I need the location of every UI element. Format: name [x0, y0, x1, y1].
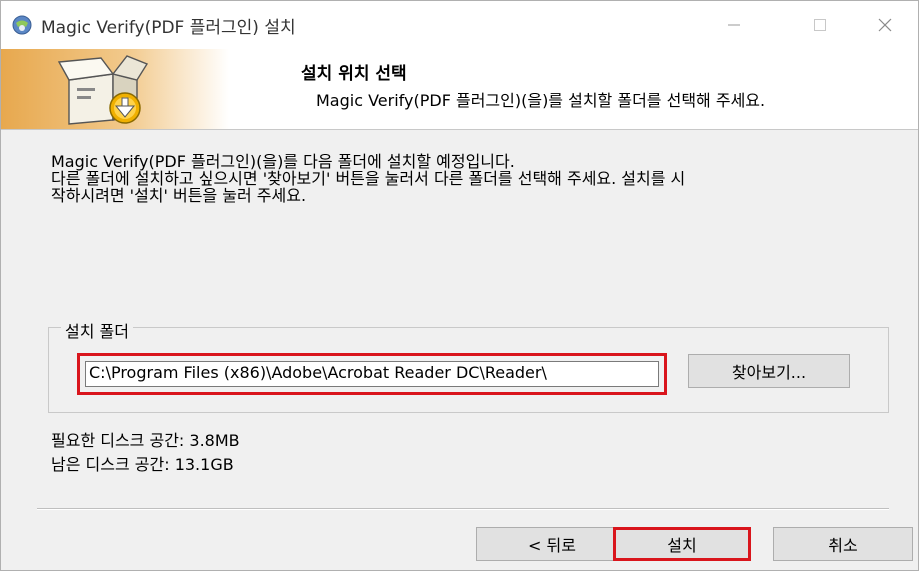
install-button[interactable]: 설치 — [613, 527, 751, 561]
page-subtitle: Magic Verify(PDF 플러그인)(을)를 설치할 폴더를 선택해 주… — [316, 91, 766, 110]
minimize-icon — [728, 24, 740, 26]
divider — [37, 508, 889, 510]
install-path-input[interactable]: C:\Program Files (x86)\Adobe\Acrobat Rea… — [85, 361, 659, 387]
disk-space-info: 필요한 디스크 공간: 3.8MB 남은 디스크 공간: 13.1GB — [51, 429, 240, 477]
installer-window: Magic Verify(PDF 플러그인) 설치 설치 위치 선택 Magic… — [0, 0, 919, 571]
required-space: 필요한 디스크 공간: 3.8MB — [51, 431, 240, 450]
maximize-button[interactable] — [794, 1, 846, 49]
description-line: 작하시려면 '설치' 버튼을 눌러 주세요. — [51, 186, 307, 205]
description-line: Magic Verify(PDF 플러그인)(을)를 다음 폴더에 설치할 예정… — [51, 152, 515, 171]
description-line: 다른 폴더에 설치하고 싶으시면 '찾아보기' 버튼을 눌러서 다른 폴더를 선… — [51, 169, 686, 188]
header-banner: 설치 위치 선택 Magic Verify(PDF 플러그인)(을)를 설치할 … — [1, 49, 918, 130]
description-text: Magic Verify(PDF 플러그인)(을)를 다음 폴더에 설치할 예정… — [51, 153, 881, 204]
browse-button[interactable]: 찾아보기... — [688, 354, 850, 388]
installer-box-icon — [57, 55, 149, 125]
close-icon — [878, 18, 892, 32]
install-folder-label: 설치 폴더 — [61, 318, 133, 342]
cancel-button[interactable]: 취소 — [773, 527, 913, 561]
app-icon — [12, 15, 32, 35]
maximize-icon — [814, 19, 826, 31]
title-bar[interactable]: Magic Verify(PDF 플러그인) 설치 — [1, 1, 918, 49]
available-space: 남은 디스크 공간: 13.1GB — [51, 455, 234, 474]
path-highlight-box: C:\Program Files (x86)\Adobe\Acrobat Rea… — [77, 353, 667, 395]
window-title: Magic Verify(PDF 플러그인) 설치 — [41, 18, 296, 38]
minimize-button[interactable] — [708, 1, 760, 49]
back-button[interactable]: < 뒤로 — [476, 527, 628, 561]
close-button[interactable] — [859, 1, 911, 49]
page-title: 설치 위치 선택 — [301, 64, 407, 84]
